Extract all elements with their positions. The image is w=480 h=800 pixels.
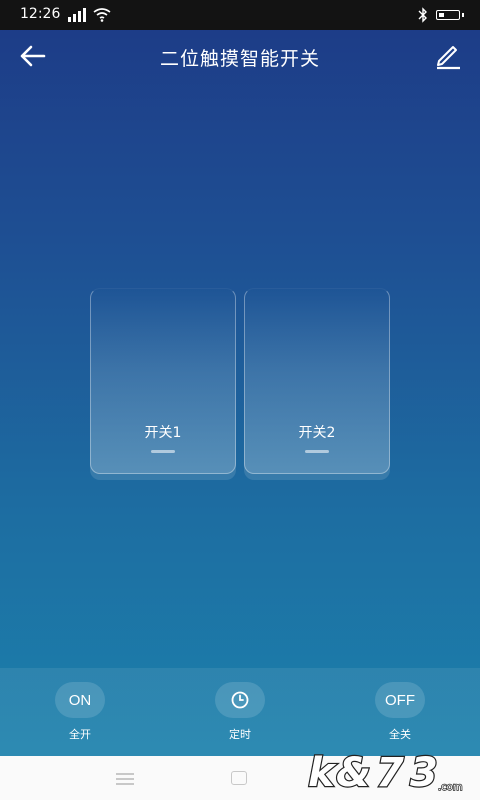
panel-border bbox=[244, 288, 390, 474]
clock-icon bbox=[215, 682, 265, 718]
switch-indicator bbox=[305, 450, 329, 453]
home-icon[interactable] bbox=[231, 771, 247, 785]
all-on-label: 全开 bbox=[69, 728, 91, 741]
svg-text:.com: .com bbox=[438, 782, 463, 793]
watermark-logo: k & 7 3 .com bbox=[307, 749, 463, 794]
svg-text:&: & bbox=[336, 750, 371, 794]
status-bar: 12:26 bbox=[0, 0, 480, 30]
app-bar: 二位触摸智能开关 bbox=[0, 30, 480, 82]
cellular-signal-icon bbox=[68, 8, 90, 25]
screen: 12:26 二位触摸智能开关 开关1 开关2 ON 全开 定时 OFF 全关 k… bbox=[0, 0, 480, 800]
edit-button[interactable] bbox=[434, 42, 462, 70]
wifi-icon bbox=[93, 8, 111, 25]
svg-text:k: k bbox=[308, 750, 337, 794]
panel-border bbox=[90, 288, 236, 474]
timer-button[interactable]: 定时 bbox=[210, 682, 270, 742]
page-title: 二位触摸智能开关 bbox=[159, 48, 320, 70]
menu-icon[interactable] bbox=[116, 773, 134, 785]
svg-text:7: 7 bbox=[376, 750, 404, 794]
all-off-label: 全关 bbox=[389, 728, 411, 741]
switch-label: 开关2 bbox=[298, 425, 336, 441]
switch-label: 开关1 bbox=[144, 425, 182, 441]
battery-icon bbox=[436, 10, 460, 20]
pencil-icon bbox=[437, 46, 460, 70]
all-off-button[interactable]: OFF 全关 bbox=[370, 682, 430, 742]
svg-text:3: 3 bbox=[410, 750, 438, 794]
status-time: 12:26 bbox=[20, 6, 61, 22]
battery-tip bbox=[462, 13, 464, 17]
on-icon: ON bbox=[55, 682, 105, 718]
all-on-button[interactable]: ON 全开 bbox=[50, 682, 110, 742]
bluetooth-icon bbox=[418, 7, 428, 26]
switch-indicator bbox=[151, 450, 175, 453]
timer-label: 定时 bbox=[229, 728, 251, 741]
switch-panel-2[interactable]: 开关2 bbox=[244, 288, 390, 474]
off-icon: OFF bbox=[375, 682, 425, 718]
switch-panel-1[interactable]: 开关1 bbox=[90, 288, 236, 474]
